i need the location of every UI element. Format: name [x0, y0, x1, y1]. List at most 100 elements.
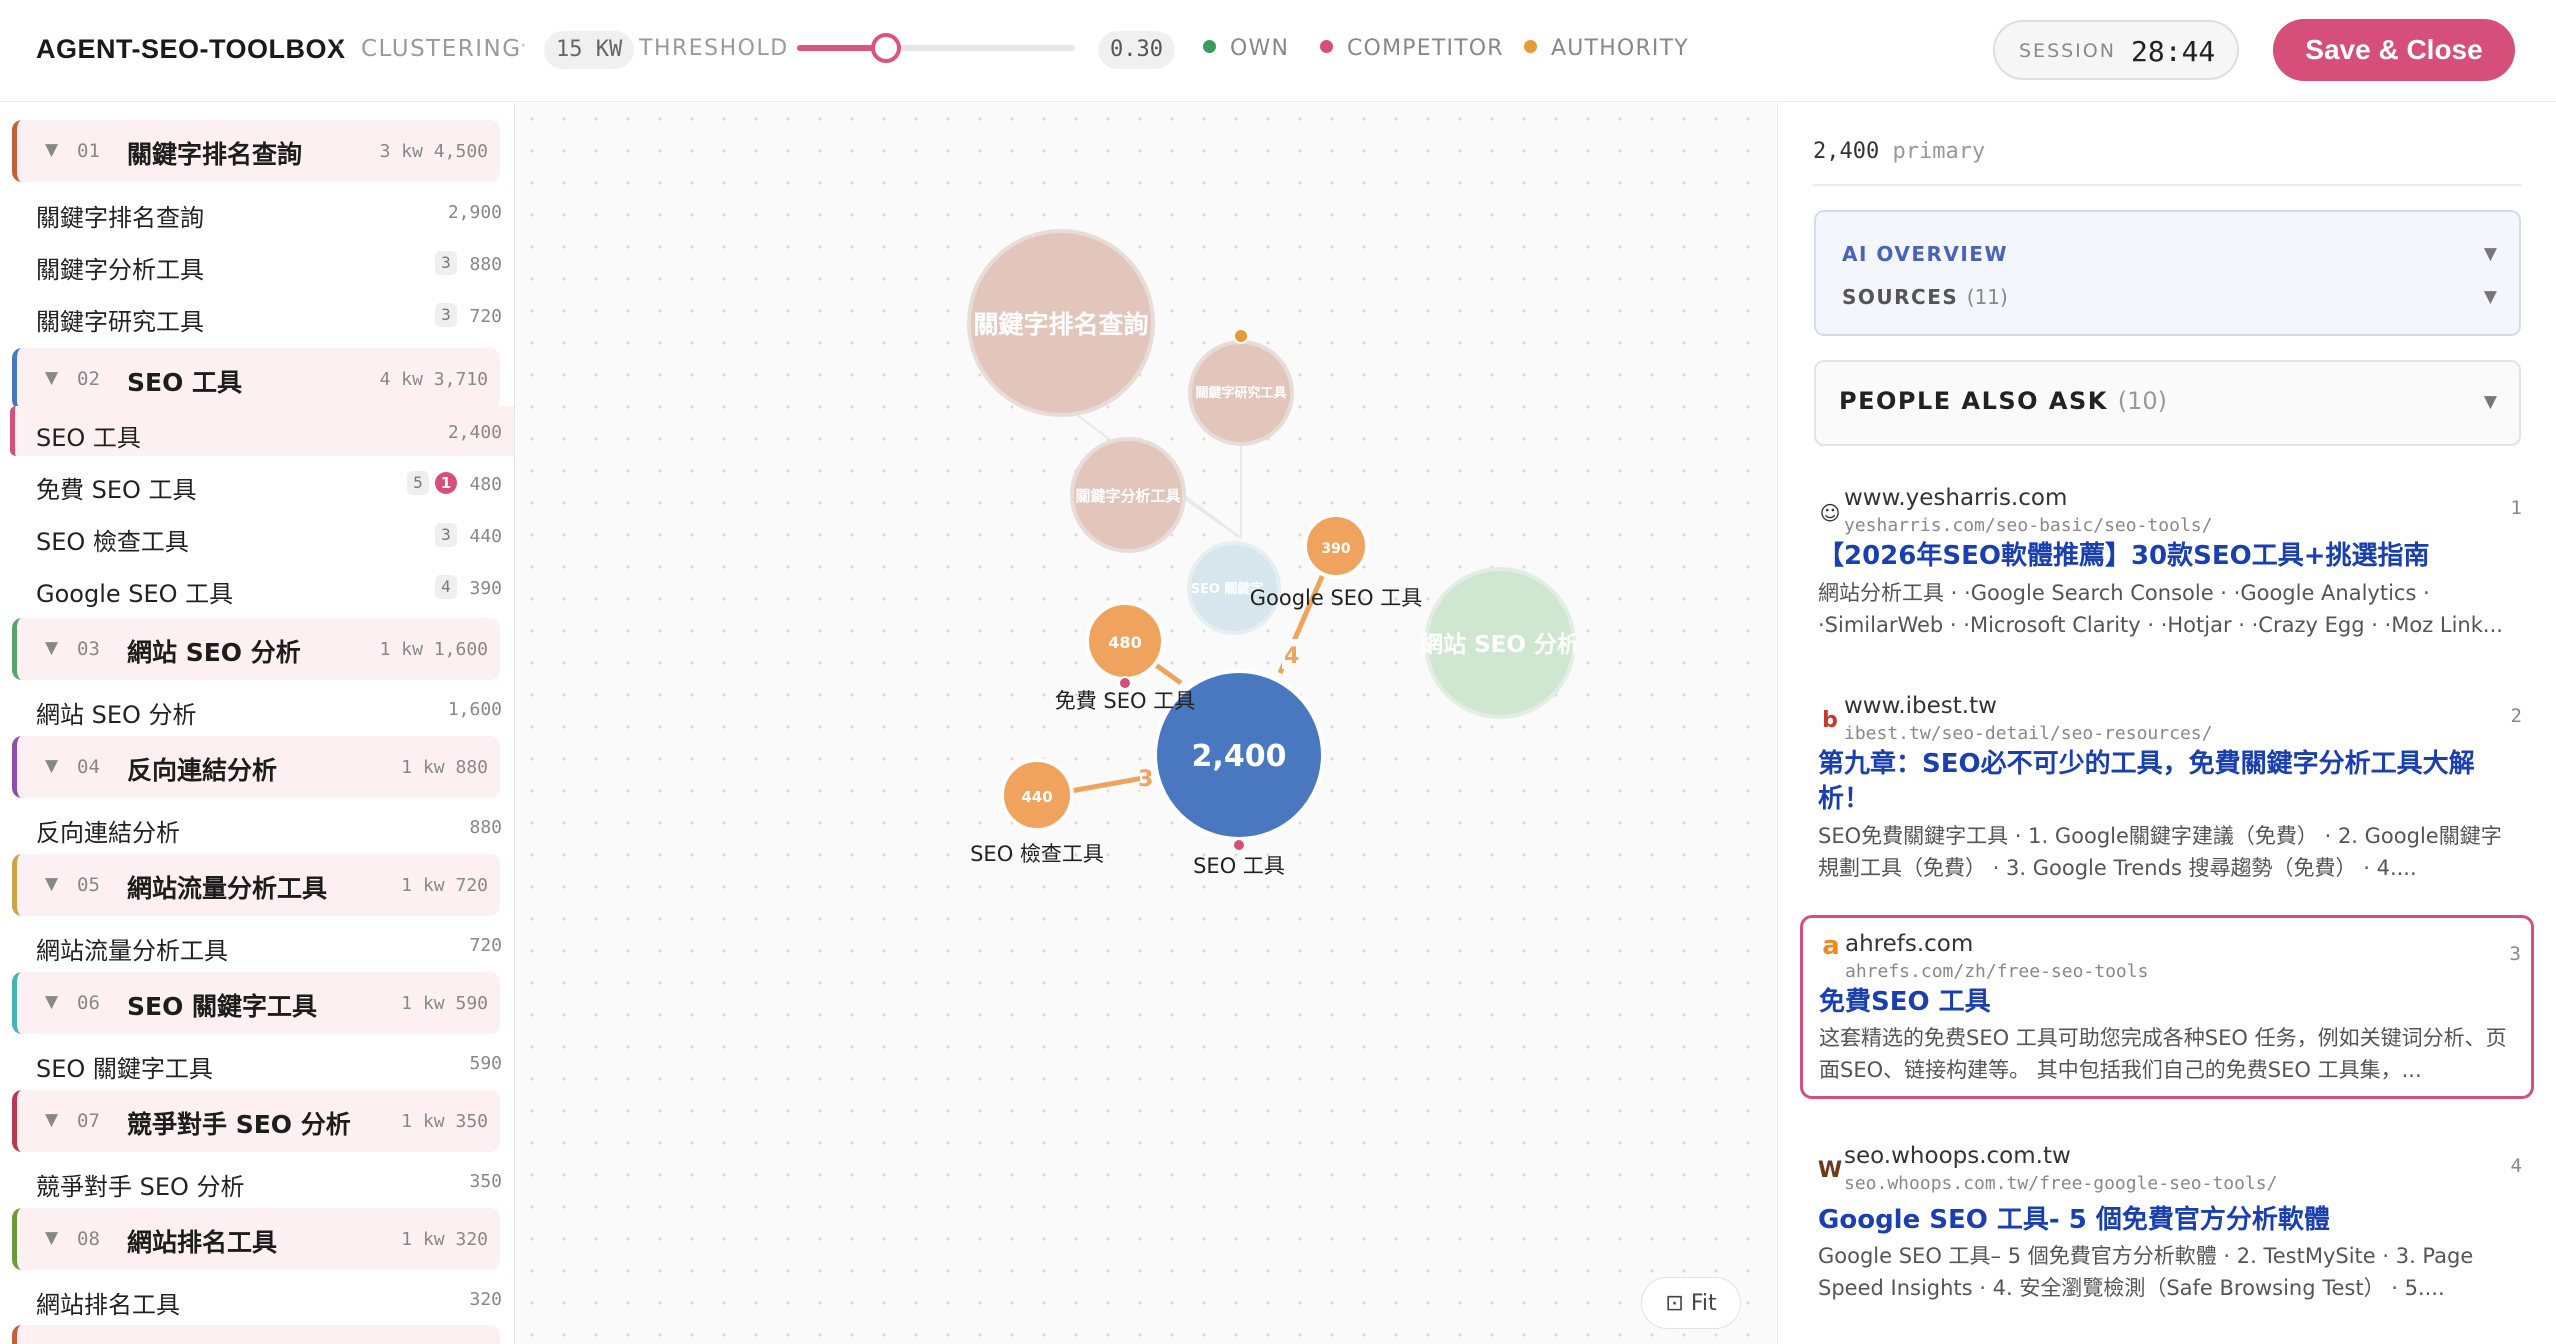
node-volume-label: 440: [1021, 788, 1052, 806]
result-url: ibest.tw/seo-detail/seo-resources/: [1844, 723, 2213, 744]
top-bar: AGENT-SEO-TOOLBOX · CLUSTERING · 15 KW T…: [0, 0, 2556, 102]
keyword-name: 反向連結分析: [36, 819, 180, 847]
primary-volume: 2,400 primary: [1813, 139, 1985, 164]
keyword-volume: 440: [469, 526, 502, 547]
cluster-group-1[interactable]: ▼ 01 關鍵字排名查詢 3 kw 4,500: [12, 120, 500, 182]
result-snippet: Google SEO 工具– 5 個免費官方分析軟體 · 2. TestMySi…: [1818, 1244, 2474, 1300]
result-rank: 2: [2510, 705, 2522, 727]
people-also-ask-section[interactable]: PEOPLE ALSO ASK (10) ▼: [1814, 360, 2521, 446]
node-volume-label: 390: [1321, 541, 1350, 557]
keyword-name: 免費 SEO 工具: [36, 476, 197, 504]
legend-authority: AUTHORITY: [1524, 36, 1689, 61]
slider-handle[interactable]: [870, 33, 901, 63]
cluster-group-3[interactable]: ▼ 03 網站 SEO 分析 1 kw 1,600: [12, 618, 500, 680]
cluster-bubble-label: 網站 SEO 分析: [1420, 631, 1580, 658]
result-title-link[interactable]: Google SEO 工具- 5 個免費官方分析軟體: [1818, 1203, 2508, 1238]
result-title-link[interactable]: 【2026年SEO軟體推薦】30款SEO工具+挑選指南: [1818, 539, 2508, 574]
cluster-group-8[interactable]: ▼ 08 網站排名工具 1 kw 320: [12, 1208, 500, 1270]
keyword-item[interactable]: 免費 SEO 工具 5 1 480: [10, 458, 514, 508]
result-url: seo.whoops.com.tw/free-google-seo-tools/: [1844, 1173, 2278, 1194]
keyword-item[interactable]: 關鍵字研究工具 3 720: [10, 290, 514, 340]
chevron-down-icon[interactable]: ▼: [2484, 392, 2497, 412]
threshold-value: 0.30: [1098, 31, 1175, 69]
cluster-group-5[interactable]: ▼ 05 網站流量分析工具 1 kw 720: [12, 854, 500, 916]
group-name: 競爭對手 SEO 分析: [127, 1110, 351, 1139]
keyword-item-selected[interactable]: SEO 工具 2,400: [10, 406, 514, 456]
keyword-item[interactable]: SEO 檢查工具 3 440: [10, 510, 514, 560]
keyword-item[interactable]: Google SEO 工具 4 390: [10, 562, 514, 612]
result-title-link[interactable]: 免費SEO 工具: [1819, 985, 2509, 1020]
group-name: 反向連結分析: [127, 756, 278, 785]
serp-result[interactable]: ☺ www.yesharris.com yesharris.com/seo-ba…: [1802, 485, 2532, 637]
node-name-label: SEO 工具: [1193, 854, 1285, 878]
keyword-item[interactable]: 網站排名工具 320: [10, 1273, 514, 1323]
primary-volume-label: primary: [1892, 139, 1986, 164]
result-rank: 3: [2509, 943, 2521, 965]
cluster-graph-canvas[interactable]: 關鍵字排名查詢 關鍵字研究工具 關鍵字分析工具 SEO 關鍵字 網站 SEO 分…: [516, 103, 1776, 1344]
keyword-item[interactable]: 反向連結分析 880: [10, 801, 514, 851]
w-logo-icon: W: [1817, 1158, 1843, 1183]
keyword-item[interactable]: 關鍵字分析工具 3 880: [10, 238, 514, 288]
ai-overview-section[interactable]: AI OVERVIEW ▼ SOURCES (11) ▼: [1814, 210, 2521, 336]
keyword-name: 競爭對手 SEO 分析: [36, 1173, 245, 1201]
threshold-slider[interactable]: [797, 33, 1075, 63]
keyword-volume: 720: [469, 306, 502, 327]
divider: [1813, 184, 2521, 186]
collapse-triangle-icon[interactable]: ▼: [45, 368, 58, 388]
collapse-triangle-icon[interactable]: ▼: [45, 1110, 58, 1130]
sources-count: (11): [1966, 285, 2008, 309]
serp-count-badge: 3: [435, 251, 457, 275]
group-number: 01: [77, 140, 100, 162]
competitor-marker: [1118, 676, 1132, 690]
collapse-triangle-icon[interactable]: ▼: [45, 140, 58, 160]
group-number: 04: [77, 756, 100, 778]
b-logo-icon: b: [1822, 708, 1838, 733]
keyword-name: 網站排名工具: [36, 1291, 180, 1319]
serp-count-badge: 3: [435, 523, 457, 547]
keyword-volume: 350: [469, 1171, 502, 1192]
save-close-button[interactable]: Save & Close: [2273, 19, 2515, 81]
cluster-group-4[interactable]: ▼ 04 反向連結分析 1 kw 880: [12, 736, 500, 798]
ai-overview-label: AI OVERVIEW: [1842, 242, 2009, 266]
fit-view-button[interactable]: ⊡ Fit: [1641, 1277, 1741, 1329]
chevron-down-icon[interactable]: ▼: [2484, 287, 2497, 307]
app-brand: AGENT-SEO-TOOLBOX: [36, 34, 346, 64]
group-name: 網站 SEO 分析: [127, 638, 301, 667]
cluster-group-6[interactable]: ▼ 06 SEO 關鍵字工具 1 kw 590: [12, 972, 500, 1034]
cluster-group-9-partial[interactable]: [12, 1325, 500, 1344]
chevron-down-icon[interactable]: ▼: [2484, 244, 2497, 264]
collapse-triangle-icon[interactable]: ▼: [45, 992, 58, 1012]
result-title-link[interactable]: 第九章：SEO必不可少的工具，免費關鍵字分析工具大解析！: [1818, 747, 2508, 817]
own-dot-icon: [1203, 40, 1216, 53]
group-meta: 4 kw 3,710: [379, 369, 488, 390]
keyword-item[interactable]: 網站流量分析工具 720: [10, 919, 514, 969]
collapse-triangle-icon[interactable]: ▼: [45, 756, 58, 776]
keyword-volume: 2,900: [447, 202, 502, 223]
keyword-volume: 720: [469, 935, 502, 956]
serp-result[interactable]: W seo.whoops.com.tw seo.whoops.com.tw/fr…: [1802, 1143, 2532, 1343]
collapse-triangle-icon[interactable]: ▼: [45, 1228, 58, 1248]
keyword-name: 網站 SEO 分析: [36, 701, 197, 729]
serp-count-badge: 5: [407, 471, 429, 495]
keyword-volume: 320: [469, 1289, 502, 1310]
keyword-volume: 2,400: [447, 422, 502, 443]
cluster-bubble-label: 關鍵字排名查詢: [973, 310, 1148, 339]
separator: ·: [336, 34, 343, 59]
collapse-triangle-icon[interactable]: ▼: [45, 638, 58, 658]
keyword-item[interactable]: 競爭對手 SEO 分析 350: [10, 1155, 514, 1205]
competitor-marker: [1232, 838, 1246, 852]
cluster-graph[interactable]: 關鍵字排名查詢 關鍵字研究工具 關鍵字分析工具 SEO 關鍵字 網站 SEO 分…: [516, 103, 1776, 1344]
result-url: yesharris.com/seo-basic/seo-tools/: [1844, 515, 2213, 536]
serp-result-selected[interactable]: a ahrefs.com ahrefs.com/zh/free-seo-tool…: [1800, 915, 2534, 1099]
cluster-group-7[interactable]: ▼ 07 競爭對手 SEO 分析 1 kw 350: [12, 1090, 500, 1152]
cluster-group-2[interactable]: ▼ 02 SEO 工具 4 kw 3,710: [12, 348, 500, 410]
competitor-count-badge: 1: [435, 472, 457, 494]
group-meta: 1 kw 590: [401, 993, 488, 1014]
group-meta: 1 kw 880: [401, 757, 488, 778]
keyword-item[interactable]: 網站 SEO 分析 1,600: [10, 683, 514, 733]
serp-result[interactable]: b www.ibest.tw ibest.tw/seo-detail/seo-r…: [1802, 693, 2532, 883]
collapse-triangle-icon[interactable]: ▼: [45, 874, 58, 894]
keyword-item[interactable]: SEO 關鍵字工具 590: [10, 1037, 514, 1087]
result-snippet: SEO免費關鍵字工具 · 1. Google關鍵字建議（免費） · 2. Goo…: [1818, 824, 2502, 880]
keyword-item[interactable]: 關鍵字排名查詢 2,900: [10, 186, 514, 236]
